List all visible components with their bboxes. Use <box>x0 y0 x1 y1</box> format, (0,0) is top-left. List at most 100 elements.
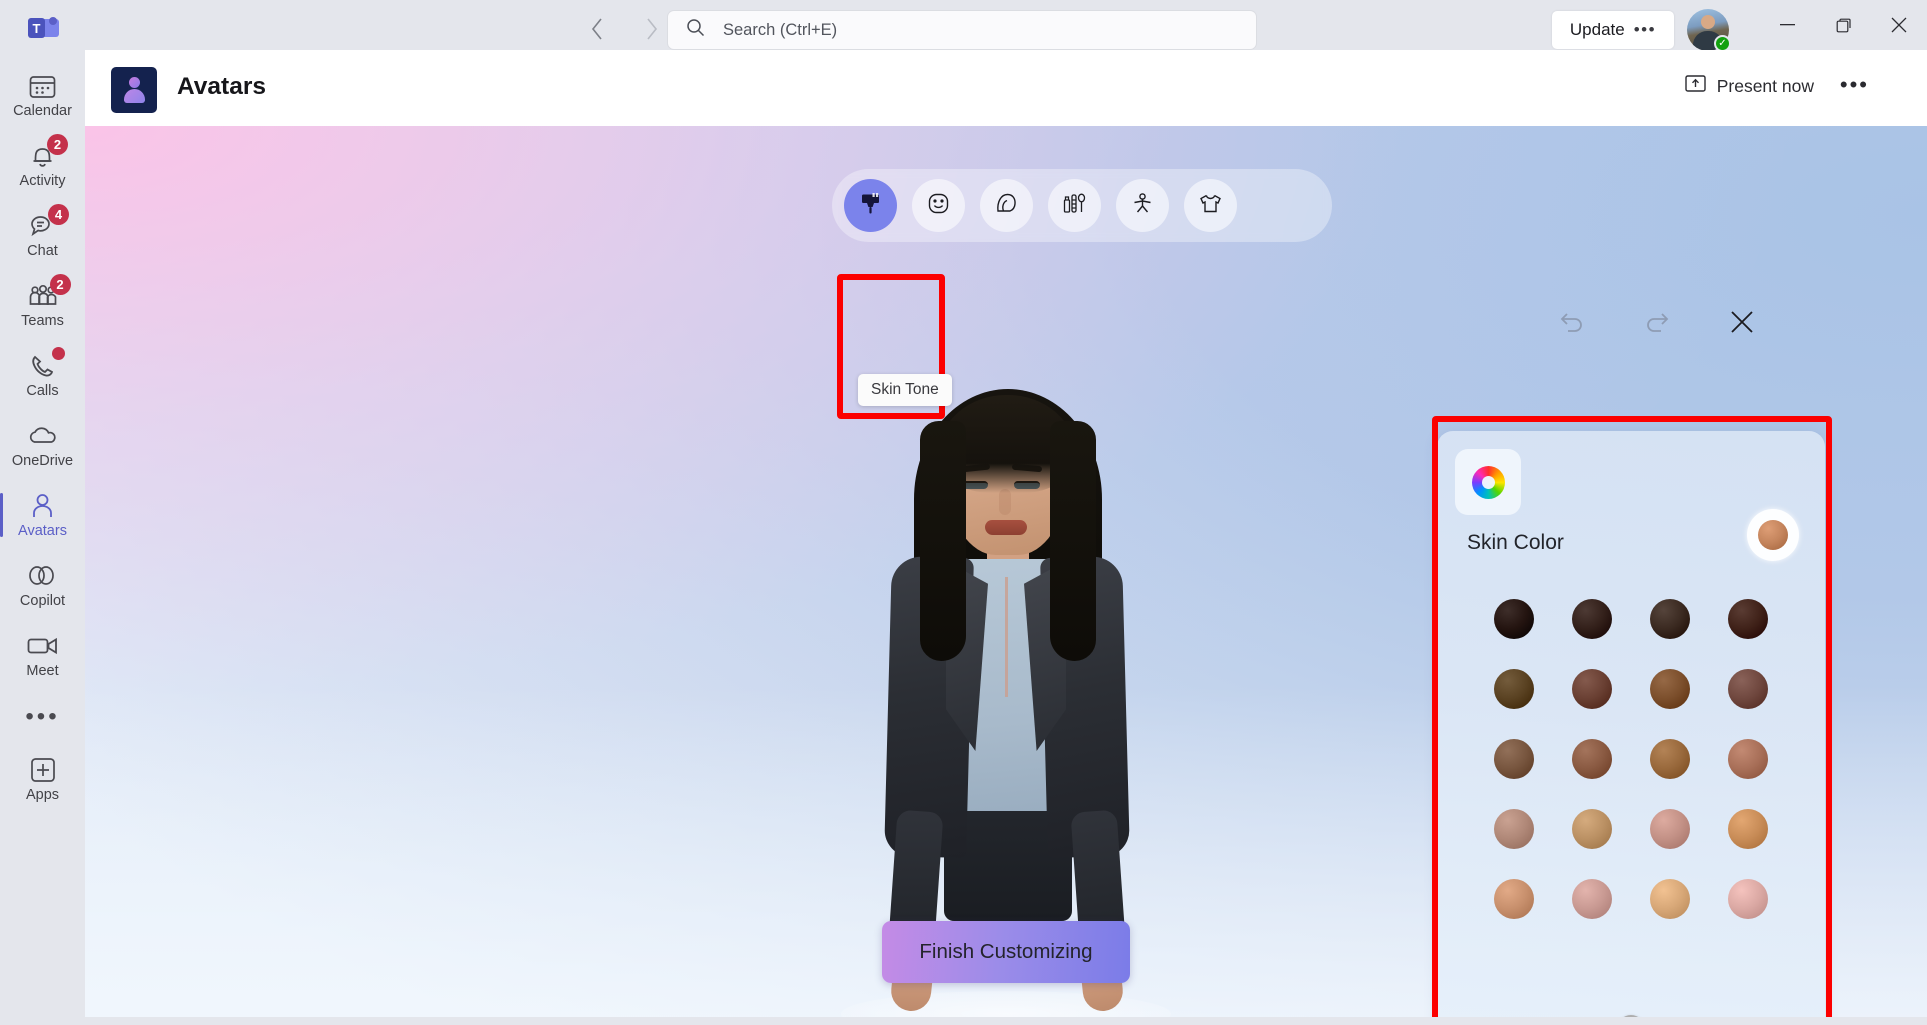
stage-action-buttons <box>1554 306 1760 342</box>
skin-color-swatch[interactable] <box>1494 879 1534 919</box>
skin-color-swatch[interactable] <box>1650 669 1690 709</box>
category-makeup-button[interactable] <box>1048 179 1101 232</box>
forward-button[interactable] <box>634 10 668 48</box>
skin-color-swatch[interactable] <box>1494 739 1534 779</box>
makeup-icon <box>1062 191 1087 221</box>
restore-icon[interactable] <box>1815 0 1871 50</box>
skin-color-swatch[interactable] <box>1728 809 1768 849</box>
left-rail: Calendar 2 Activity 4 Chat 2 Teams Calls… <box>0 50 85 1025</box>
window-controls <box>1759 0 1927 50</box>
search-input[interactable]: Search (Ctrl+E) <box>668 11 1256 49</box>
avatar-hair-side-right <box>1050 421 1096 661</box>
sidebar-item-label: Apps <box>25 787 60 803</box>
face-icon <box>926 191 951 221</box>
teams-window: T Search (Ctrl+E) Update ••• ✓ Calendar … <box>0 0 1927 1025</box>
sidebar-item-onedrive[interactable]: OneDrive <box>0 410 85 480</box>
skin-color-swatch[interactable] <box>1728 879 1768 919</box>
redo-icon <box>1642 309 1672 340</box>
sidebar-item-label: Calls <box>26 383 59 399</box>
undo-icon <box>1557 309 1587 340</box>
category-body-button[interactable] <box>1116 179 1169 232</box>
sidebar-item-label: Meet <box>26 663 59 679</box>
sidebar-item-label: Calendar <box>13 103 72 119</box>
skin-color-swatch[interactable] <box>1728 599 1768 639</box>
close-icon <box>1729 309 1755 340</box>
category-face-button[interactable] <box>912 179 965 232</box>
color-wheel-icon <box>1471 465 1505 499</box>
tshirt-icon <box>1198 191 1223 221</box>
update-overflow-icon[interactable]: ••• <box>1634 20 1656 40</box>
teams-icon: 2 <box>28 274 71 311</box>
skin-color-swatch[interactable] <box>1572 599 1612 639</box>
sidebar-item-label: Copilot <box>19 593 66 609</box>
skin-color-swatch[interactable] <box>1572 669 1612 709</box>
avatar-mouth <box>985 520 1027 535</box>
avatars-app-icon <box>111 67 157 113</box>
sidebar-item-calls[interactable]: Calls <box>0 340 85 410</box>
svg-text:T: T <box>33 21 41 36</box>
skin-color-panel: Skin Color <box>1437 431 1825 1025</box>
skin-color-swatch[interactable] <box>1494 599 1534 639</box>
sidebar-item-label: OneDrive <box>11 453 74 469</box>
teams-logo-icon: T <box>27 14 61 44</box>
page-title: Avatars <box>177 73 266 100</box>
skin-color-swatch[interactable] <box>1728 669 1768 709</box>
present-now-button[interactable]: Present now <box>1685 74 1814 98</box>
skin-color-swatch[interactable] <box>1572 879 1612 919</box>
calendar-icon <box>29 71 56 101</box>
present-now-label: Present now <box>1716 75 1814 96</box>
color-wheel-button[interactable] <box>1455 449 1521 515</box>
bell-icon: 2 <box>30 134 68 171</box>
update-button[interactable]: Update ••• <box>1552 11 1674 49</box>
avatar-head <box>1701 15 1715 29</box>
update-label: Update <box>1569 20 1625 39</box>
minimize-icon[interactable] <box>1759 0 1815 50</box>
sidebar-item-activity[interactable]: 2 Activity <box>0 130 85 200</box>
sidebar-item-label: Activity <box>19 173 66 189</box>
skin-color-swatch[interactable] <box>1572 809 1612 849</box>
sidebar-item-teams[interactable]: 2 Teams <box>0 270 85 340</box>
skin-color-swatch[interactable] <box>1650 809 1690 849</box>
skin-color-swatch[interactable] <box>1494 669 1534 709</box>
skin-color-swatch[interactable] <box>1494 809 1534 849</box>
sidebar-item-apps[interactable]: Apps <box>0 744 85 814</box>
skin-color-swatch[interactable] <box>1650 599 1690 639</box>
badge-count: 4 <box>48 204 69 225</box>
sidebar-item-avatars[interactable]: Avatars <box>0 480 85 550</box>
app-icon-head <box>128 77 140 88</box>
skin-color-swatch[interactable] <box>1650 879 1690 919</box>
category-hair-button[interactable] <box>980 179 1033 232</box>
redo-button[interactable] <box>1639 306 1675 342</box>
skin-color-swatch[interactable] <box>1650 739 1690 779</box>
cloud-icon <box>27 421 58 451</box>
badge-dot <box>52 347 65 360</box>
close-icon[interactable] <box>1871 0 1927 50</box>
finish-customizing-button[interactable]: Finish Customizing <box>882 921 1130 983</box>
header-overflow-button[interactable]: ••• <box>1840 72 1869 98</box>
avatar-stage: Skin Tone Finish Customizing Skin Color <box>85 126 1927 1025</box>
person-icon <box>31 491 54 521</box>
back-button[interactable] <box>580 10 614 48</box>
rail-overflow-button[interactable]: ••• <box>0 690 85 744</box>
share-screen-icon <box>1685 74 1706 98</box>
skin-color-swatch[interactable] <box>1572 739 1612 779</box>
category-clothing-button[interactable] <box>1184 179 1237 232</box>
category-toolbar <box>832 169 1332 242</box>
close-customizer-button[interactable] <box>1724 306 1760 342</box>
badge-count: 2 <box>49 274 71 295</box>
search-placeholder: Search (Ctrl+E) <box>723 20 838 39</box>
hair-icon <box>994 191 1019 221</box>
selected-swatch-fill <box>1758 520 1788 550</box>
sidebar-item-meet[interactable]: Meet <box>0 620 85 690</box>
sidebar-item-label: Teams <box>21 313 64 329</box>
sidebar-item-calendar[interactable]: Calendar <box>0 60 85 130</box>
category-skin-tone-button[interactable] <box>844 179 897 232</box>
skin-color-swatch[interactable] <box>1728 739 1768 779</box>
selected-skin-color-swatch[interactable] <box>1747 509 1799 561</box>
body-icon <box>1130 191 1155 221</box>
sidebar-item-chat[interactable]: 4 Chat <box>0 200 85 270</box>
undo-button[interactable] <box>1554 306 1590 342</box>
plus-box-icon <box>30 755 56 785</box>
avatar-shirt-zipper <box>1005 577 1008 697</box>
sidebar-item-copilot[interactable]: Copilot <box>0 550 85 620</box>
